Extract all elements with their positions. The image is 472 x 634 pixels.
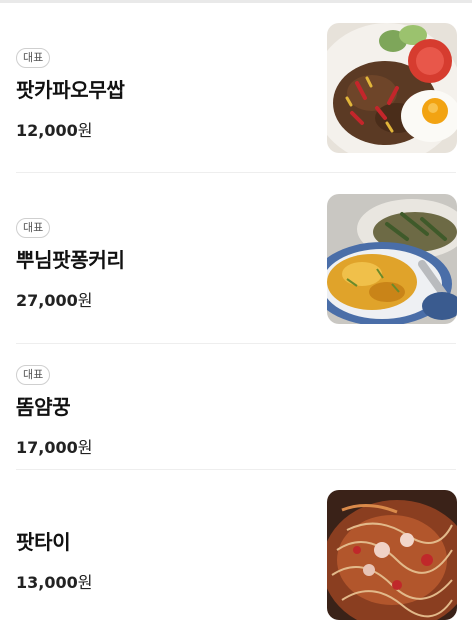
menu-item-price: 13,000원 bbox=[16, 569, 92, 593]
price-unit: 원 bbox=[77, 291, 93, 310]
menu-item-name: 뿌님팟퐁커리 bbox=[16, 248, 125, 272]
menu-item-name: 팟카파오무쌉 bbox=[16, 78, 125, 102]
menu-item-info: 팟타이 13,000원 bbox=[16, 526, 92, 593]
menu-item-price: 12,000원 bbox=[16, 117, 125, 141]
menu-item[interactable]: 대표 똠얌꿍 17,000원 bbox=[0, 344, 472, 470]
signature-badge: 대표 bbox=[16, 218, 51, 238]
menu-item[interactable]: 팟타이 13,000원 bbox=[0, 470, 472, 634]
menu-item-name: 팟타이 bbox=[16, 530, 71, 554]
menu-item-name: 똠얌꿍 bbox=[16, 395, 71, 419]
signature-badge: 대표 bbox=[16, 365, 51, 385]
price-amount: 17,000 bbox=[16, 438, 78, 457]
price-amount: 27,000 bbox=[16, 291, 78, 310]
price-unit: 원 bbox=[77, 438, 93, 457]
menu-item-info: 대표 팟카파오무쌉 12,000원 bbox=[16, 46, 125, 141]
crab-curry-photo[interactable] bbox=[327, 194, 457, 324]
menu-item-price: 17,000원 bbox=[16, 434, 92, 458]
price-unit: 원 bbox=[77, 573, 93, 592]
pad-kra-pao-photo[interactable] bbox=[327, 23, 457, 153]
price-amount: 13,000 bbox=[16, 573, 78, 592]
menu-item[interactable]: 대표 팟카파오무쌉 12,000원 bbox=[0, 3, 472, 173]
signature-badge: 대표 bbox=[16, 48, 51, 68]
price-unit: 원 bbox=[77, 121, 93, 140]
menu-item-info: 대표 똠얌꿍 17,000원 bbox=[16, 363, 92, 458]
price-amount: 12,000 bbox=[16, 121, 78, 140]
menu-list: 대표 팟카파오무쌉 12,000원 대표 뿌님팟퐁커리 27,000원 대표 똠… bbox=[0, 3, 472, 634]
menu-item-price: 27,000원 bbox=[16, 287, 125, 311]
menu-item[interactable]: 대표 뿌님팟퐁커리 27,000원 bbox=[0, 173, 472, 344]
menu-item-info: 대표 뿌님팟퐁커리 27,000원 bbox=[16, 216, 125, 311]
pad-thai-photo[interactable] bbox=[327, 490, 457, 620]
